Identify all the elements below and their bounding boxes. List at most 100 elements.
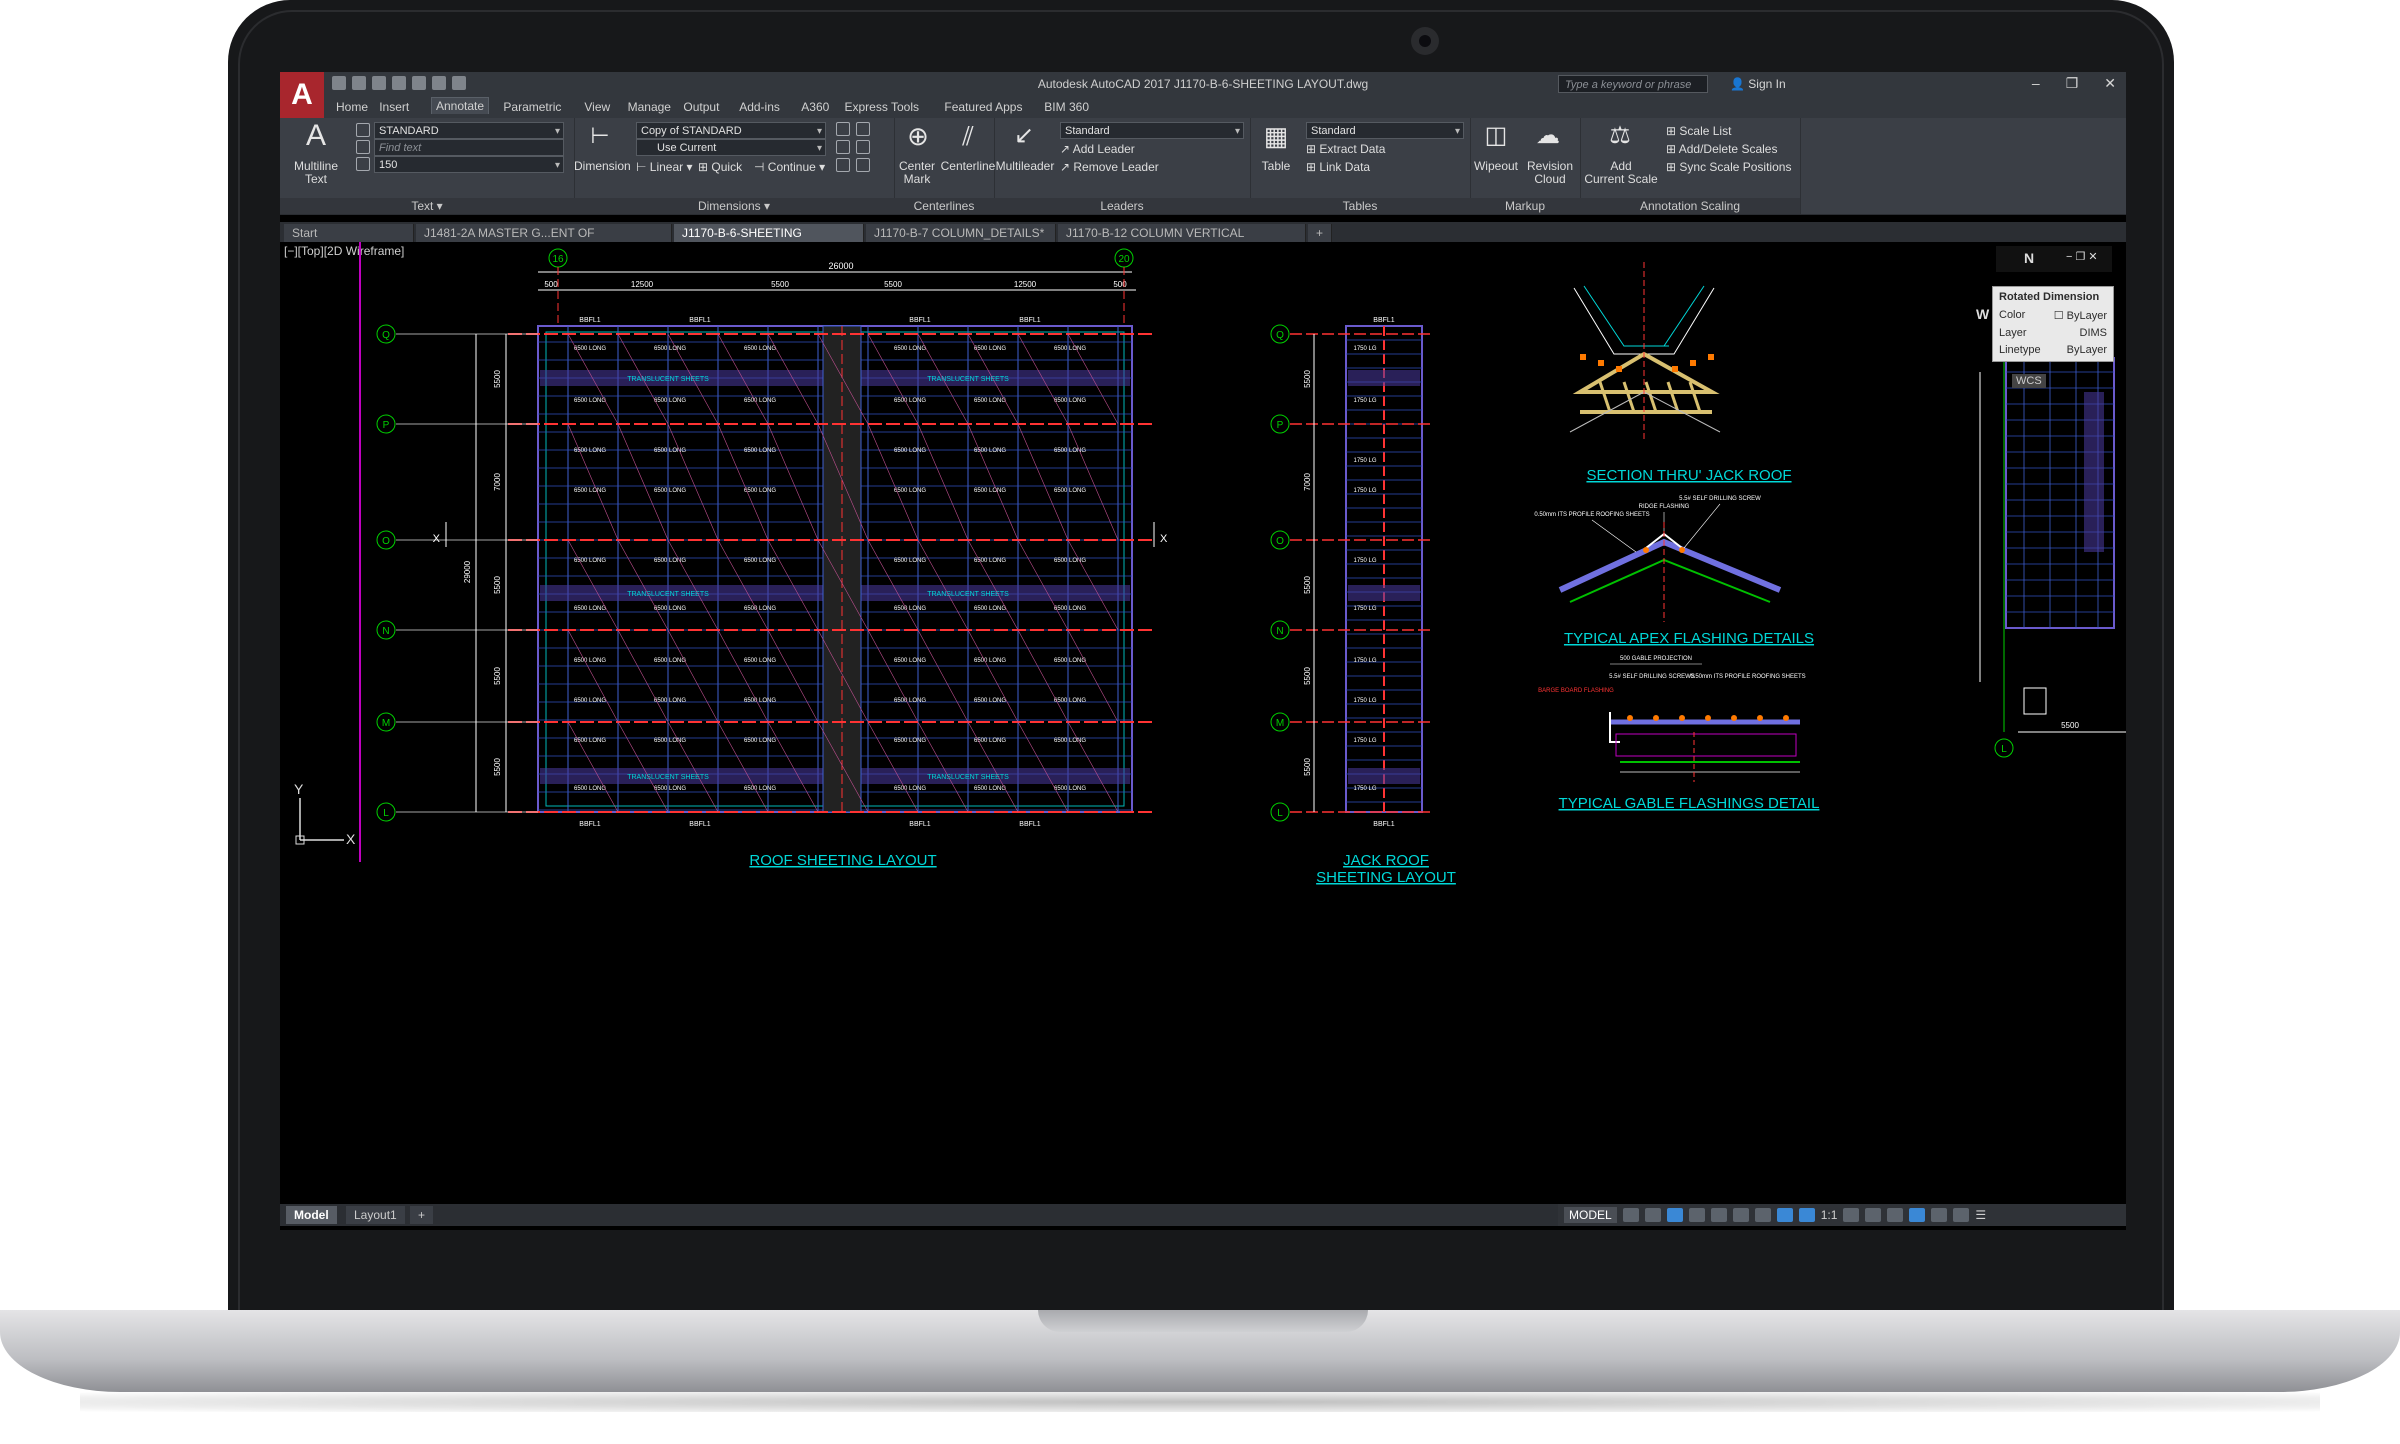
menu-tab-featured-apps[interactable]: Featured Apps [940,99,1026,115]
center-mark-icon[interactable]: ⊕ [902,120,934,152]
dimension-layer-select[interactable]: Use Current [636,139,826,157]
annotation-monitor-icon[interactable] [1865,1208,1882,1222]
dimensions-panel-title[interactable]: Dimensions ▾ [574,198,894,214]
annotation-scale[interactable]: 1:1 [1821,1208,1838,1222]
layout1-tab[interactable]: Layout1 [346,1206,405,1224]
wcs-menu[interactable]: WCS [2012,374,2046,388]
graphics-performance-icon[interactable] [1931,1208,1948,1222]
doc-tab-column-details[interactable]: J1170-B-7 COLUMN_DETAILS* [866,224,1056,242]
object-snap-icon[interactable] [1732,1208,1749,1222]
add-delete-scales-button[interactable]: ⊞ Add/Delete Scales [1666,142,1777,156]
multileader-button[interactable]: Multileader [994,160,1056,173]
revision-cloud-button[interactable]: Revision Cloud [1522,160,1578,186]
workspace-gear-icon[interactable] [1843,1208,1860,1222]
menu-tab-home[interactable]: Home [332,99,372,115]
minimize-icon[interactable]: – [2032,75,2040,92]
qp-row-linetype[interactable]: Linetype ByLayer [1999,344,2107,356]
menu-tab-output[interactable]: Output [679,99,723,115]
add-leader-button[interactable]: ↗ Add Leader [1060,142,1135,156]
menu-tab-annotate[interactable]: Annotate [431,97,490,114]
isolate-objects-icon[interactable] [1909,1208,1926,1222]
clean-screen-icon[interactable] [1953,1208,1970,1222]
qp-row-layer[interactable]: Layer DIMS [1999,327,2107,339]
multiline-text-button[interactable]: Multiline Text [284,160,348,186]
sign-in-button[interactable]: 👤 Sign In [1730,77,1786,91]
doc-tab-sheeting-layout[interactable]: J1170-B-6-SHEETING LAYOUT* [674,224,864,258]
doc-tab-master-steelwork[interactable]: J1481-2A MASTER G...ENT OF STEELWORK* [416,224,672,258]
menu-tab-parametric[interactable]: Parametric [499,99,565,115]
menu-tab-insert[interactable]: Insert [375,99,413,115]
dimension-button[interactable]: Dimension [574,160,631,173]
menu-tab-add-ins[interactable]: Add-ins [735,99,784,115]
annotation-scaling-panel-title[interactable]: Annotation Scaling [1580,198,1800,214]
snap-icon[interactable] [1644,1208,1661,1222]
lineweight-icon[interactable] [1754,1208,1771,1222]
grid-icon[interactable] [1622,1208,1639,1222]
extract-data-button[interactable]: ⊞ Extract Data [1306,142,1385,156]
scale-list-button[interactable]: ⊞ Scale List [1666,124,1731,138]
search-input[interactable]: Type a keyword or phrase [1558,75,1708,93]
centerline-button[interactable]: Centerline [940,160,996,173]
centerline-icon[interactable]: ⫽ [952,120,984,152]
tables-panel-title[interactable]: Tables [1250,198,1470,214]
multileader-icon[interactable]: ↙ [1008,120,1040,152]
find-text-input[interactable]: Find text [374,139,564,156]
dim-tool-3-icon[interactable] [836,140,850,154]
menu-tab-manage[interactable]: Manage [624,99,675,115]
auto-scale-icon[interactable] [1798,1208,1815,1222]
dim-tool-5-icon[interactable] [836,158,850,172]
quick-properties-panel[interactable]: Rotated Dimension Color ☐ ByLayer Layer DI… [1992,286,2114,362]
linear-button[interactable]: ⊢ Linear ▾ [636,160,693,174]
quick-button[interactable]: ⊞ Quick [698,160,742,174]
app-menu-button[interactable]: A [280,72,324,118]
sync-scale-positions-button[interactable]: ⊞ Sync Scale Positions [1666,160,1791,174]
add-current-scale-button[interactable]: Add Current Scale [1580,160,1662,186]
wipeout-button[interactable]: Wipeout [1470,160,1522,173]
dim-tool-1-icon[interactable] [836,122,850,136]
markup-panel-title[interactable]: Markup [1470,198,1580,214]
menu-tab-view[interactable]: View [580,99,614,115]
menu-tab-bim-360[interactable]: BIM 360 [1040,99,1093,115]
multiline-text-icon[interactable]: A [300,120,332,152]
center-mark-button[interactable]: Center Mark [894,160,940,186]
leaders-panel-title[interactable]: Leaders [994,198,1250,214]
viewcube[interactable]: N − ❐ ✕ [1996,246,2112,272]
close-icon[interactable]: ✕ [2104,75,2116,92]
isodraft-icon[interactable] [1710,1208,1727,1222]
doc-tab-start[interactable]: Start [284,224,414,242]
model-space-toggle[interactable]: MODEL [1564,1207,1617,1223]
table-button[interactable]: Table [1250,160,1302,173]
dimension-style-select[interactable]: Copy of STANDARD [636,122,826,140]
maximize-icon[interactable]: ❐ [2066,75,2079,92]
wipeout-icon[interactable]: ◫ [1480,120,1512,152]
dim-tool-2-icon[interactable] [856,122,870,136]
dim-tool-6-icon[interactable] [856,158,870,172]
ortho-icon[interactable] [1666,1208,1683,1222]
units-icon[interactable] [1887,1208,1904,1222]
menu-tab-express-tools[interactable]: Express Tools [841,99,923,115]
annotation-visibility-icon[interactable] [1776,1208,1793,1222]
add-layout-button[interactable]: + [410,1206,434,1224]
qp-row-color[interactable]: Color ☐ ByLayer [1999,309,2107,322]
text-height-select[interactable]: 150 [374,156,564,174]
navbar-controls[interactable]: − ❐ ✕ [2066,250,2098,263]
drawing-canvas[interactable]: [−][Top][2D Wireframe] 26000 500 12500 5500… [280,242,2126,1204]
leader-style-select[interactable]: Standard [1060,122,1244,140]
menu-tab-a360[interactable]: A360 [797,99,833,115]
polar-icon[interactable] [1688,1208,1705,1222]
dimension-icon[interactable]: ⊢ [584,120,616,152]
centerlines-panel-title[interactable]: Centerlines [894,198,994,214]
add-current-scale-icon[interactable]: ⚖ [1604,120,1636,152]
continue-button[interactable]: ⊣ Continue ▾ [754,160,825,174]
model-tab[interactable]: Model [286,1206,337,1224]
remove-leader-button[interactable]: ↗ Remove Leader [1060,160,1159,174]
doc-tab-vertical-bracing[interactable]: J1170-B-12 COLUMN VERTICAL BRACING [1058,224,1306,258]
new-tab-button[interactable]: + [1308,224,1332,242]
text-panel-title[interactable]: Text ▾ [280,198,574,214]
customization-menu-icon[interactable]: ☰ [1975,1208,1986,1222]
link-data-button[interactable]: ⊞ Link Data [1306,160,1370,174]
revision-cloud-icon[interactable]: ☁ [1532,120,1564,152]
table-style-select[interactable]: Standard [1306,122,1464,140]
dim-tool-4-icon[interactable] [856,140,870,154]
table-icon[interactable]: ▦ [1260,120,1292,152]
